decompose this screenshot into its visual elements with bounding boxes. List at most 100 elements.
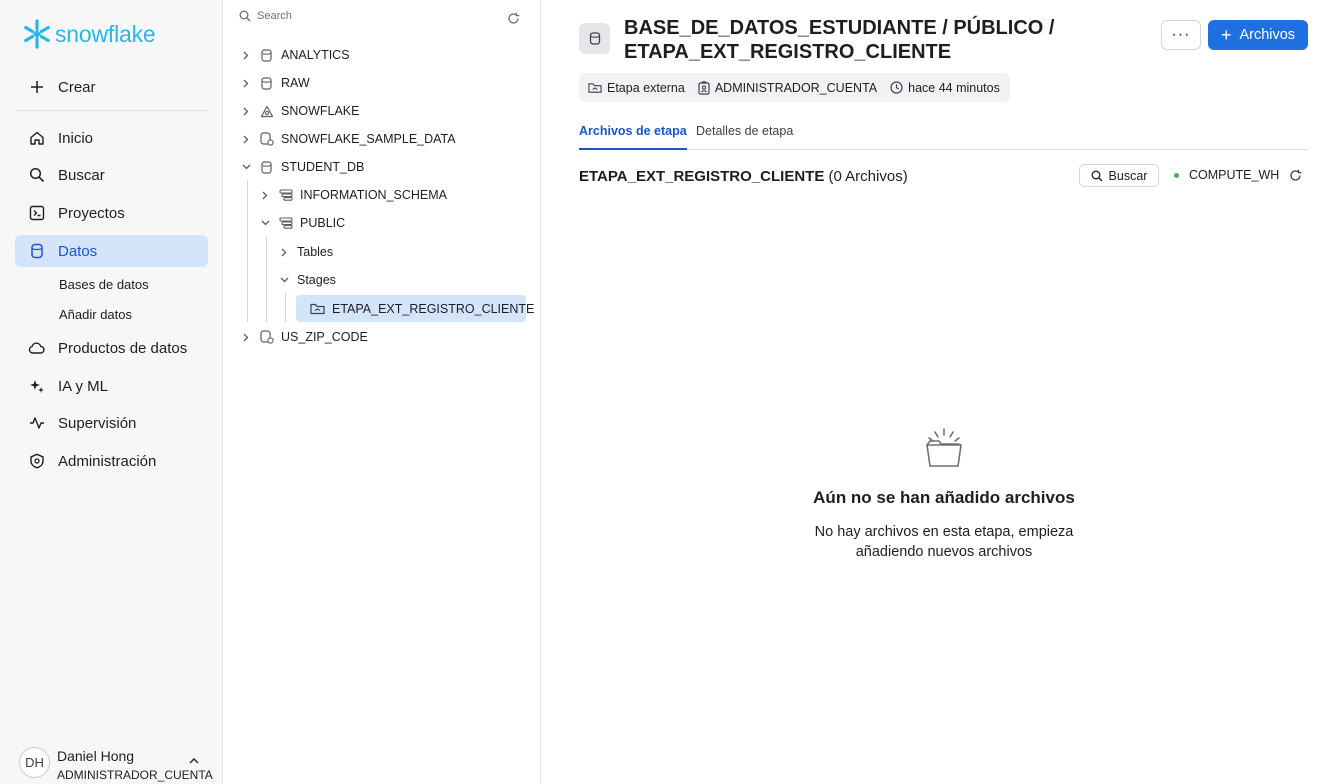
database-icon <box>28 243 45 260</box>
tree-item-label: Stages <box>297 273 336 287</box>
stage-icon <box>588 82 607 94</box>
tree-item-snowflake[interactable]: SNOWFLAKE <box>239 98 360 124</box>
main-content: BASE_DE_DATOS_ESTUDIANTE / PÚBLICO / ETA… <box>542 0 1334 784</box>
home-icon <box>28 130 45 147</box>
stage-tabs: Archivos de etapa Detalles de etapa <box>579 115 1308 150</box>
tree-item-snowflake-sample-data[interactable]: SNOWFLAKE_SAMPLE_DATA <box>239 126 456 152</box>
chevron-right-icon <box>277 248 291 257</box>
nav-item-label: Administración <box>58 452 157 470</box>
tree-item-student-db[interactable]: STUDENT_DB <box>239 154 364 180</box>
nav-item-productos-de-datos[interactable]: Productos de datos <box>15 332 208 364</box>
database-icon <box>259 160 274 174</box>
tree-item-label: ANALYTICS <box>281 48 350 62</box>
nav-item-buscar[interactable]: Buscar <box>15 159 208 191</box>
create-label: Crear <box>58 78 96 96</box>
schema-icon <box>278 217 293 229</box>
add-files-button[interactable]: + Archivos <box>1208 20 1308 50</box>
tree-guide-line <box>247 180 248 322</box>
search-icon <box>28 167 45 184</box>
chevron-right-icon <box>258 191 272 200</box>
tree-item-label: SNOWFLAKE <box>281 104 360 118</box>
create-button[interactable]: Crear <box>15 71 208 103</box>
refresh-icon[interactable] <box>1289 169 1302 182</box>
object-metadata-bar: Etapa externa ADMINISTRADOR_CUENTA hace … <box>579 73 1010 102</box>
snowflake-logo-text: snowflake <box>55 20 156 47</box>
chevron-right-icon <box>239 333 253 342</box>
tree-search-input[interactable]: Search <box>239 10 292 22</box>
tree-item-analytics[interactable]: ANALYTICS <box>239 42 350 68</box>
nav-item-label: Datos <box>58 242 98 260</box>
shared-database-icon <box>259 105 274 118</box>
file-count: (0 Archivos) <box>828 168 908 185</box>
tree-item-label: SNOWFLAKE_SAMPLE_DATA <box>281 132 456 146</box>
shared-database-icon <box>259 330 274 344</box>
search-icon <box>239 10 257 22</box>
modified-meta: hace 44 minutos <box>890 81 1000 95</box>
nav-item-inicio[interactable]: Inicio <box>15 122 208 154</box>
nav-item-administracion[interactable]: Administración <box>15 445 208 477</box>
shared-database-icon <box>259 132 274 146</box>
tree-item-stages[interactable]: Stages <box>277 267 336 293</box>
clock-icon <box>890 81 908 94</box>
activity-icon <box>28 415 45 432</box>
tree-item-us-zip-code[interactable]: US_ZIP_CODE <box>239 324 368 350</box>
nav-item-label: IA y ML <box>58 377 109 395</box>
database-icon <box>259 48 274 62</box>
search-files-label: Buscar <box>1108 168 1148 183</box>
chevron-right-icon <box>239 135 253 144</box>
warehouse-selector[interactable]: COMPUTE_WH <box>1174 168 1279 182</box>
stage-name: ETAPA_EXT_REGISTRO_CLIENTE <box>579 168 825 185</box>
stage-files-header: ETAPA_EXT_REGISTRO_CLIENTE (0 Archivos) <box>579 168 908 185</box>
refresh-icon[interactable] <box>507 12 520 25</box>
nav-item-label: Proyectos <box>58 204 125 222</box>
tree-item-public[interactable]: PUBLIC <box>258 210 345 236</box>
tree-item-label: PUBLIC <box>300 216 346 230</box>
cloud-icon <box>28 340 45 357</box>
tree-item-raw[interactable]: RAW <box>239 70 310 96</box>
nav-sub-bases-de-datos[interactable]: Bases de datos <box>59 277 149 292</box>
user-name: Daniel Hong <box>57 748 135 764</box>
chevron-right-icon <box>239 51 253 60</box>
snowflake-logo-icon <box>22 19 52 49</box>
stage-icon <box>310 303 325 315</box>
chevron-up-icon <box>189 757 199 764</box>
more-options-button[interactable]: ··· <box>1161 20 1201 50</box>
tree-item-etapa-ext-registro-cliente[interactable]: ETAPA_EXT_REGISTRO_CLIENTE <box>296 295 534 322</box>
warehouse-status-dot <box>1174 172 1179 178</box>
add-files-label: Archivos <box>1239 27 1296 43</box>
nav-item-datos[interactable]: Datos <box>15 235 208 267</box>
plus-icon <box>28 79 45 96</box>
tree-item-tables[interactable]: Tables <box>277 239 333 265</box>
nav-item-label: Productos de datos <box>58 339 188 357</box>
chevron-right-icon <box>239 79 253 88</box>
plus-icon: + <box>1220 25 1232 45</box>
nav-item-proyectos[interactable]: Proyectos <box>15 197 208 229</box>
empty-state-title: Aún no se han añadido archivos <box>813 488 1075 507</box>
tree-item-label: US_ZIP_CODE <box>281 330 368 344</box>
avatar: DH <box>19 747 50 778</box>
tree-item-label: STUDENT_DB <box>281 160 365 174</box>
owner-meta: ADMINISTRADOR_CUENTA <box>698 81 877 95</box>
nav-sub-anadir-datos[interactable]: Añadir datos <box>59 307 132 322</box>
tree-search-placeholder: Search <box>257 10 292 22</box>
owner-label: ADMINISTRADOR_CUENTA <box>714 80 878 95</box>
nav-item-supervision[interactable]: Supervisión <box>15 407 208 439</box>
nav-item-label: Inicio <box>58 129 94 147</box>
nav-item-label: Supervisión <box>58 414 137 432</box>
nav-item-ia-y-ml[interactable]: IA y ML <box>15 370 208 402</box>
search-files-button[interactable]: Buscar <box>1079 164 1159 187</box>
nav-item-label: Buscar <box>58 166 105 184</box>
shield-icon <box>28 453 45 470</box>
stage-object-icon <box>579 23 610 54</box>
user-menu[interactable]: DH Daniel Hong ADMINISTRADOR_CUENTA <box>19 747 213 782</box>
tree-item-information-schema[interactable]: INFORMATION_SCHEMA <box>258 182 447 208</box>
database-icon <box>259 76 274 90</box>
tab-detalles-de-etapa[interactable]: Detalles de etapa <box>696 124 793 148</box>
chevron-down-icon <box>277 277 291 283</box>
warehouse-name: COMPUTE_WH <box>1189 168 1280 182</box>
search-icon <box>1091 170 1109 182</box>
snowflake-logo[interactable]: snowflake <box>22 19 156 49</box>
tab-archivos-de-etapa[interactable]: Archivos de etapa <box>579 124 687 150</box>
role-icon <box>698 80 715 95</box>
object-explorer: Search ANALYTICS RAW SNOWFLAKE SNOWFLAKE… <box>224 0 541 784</box>
